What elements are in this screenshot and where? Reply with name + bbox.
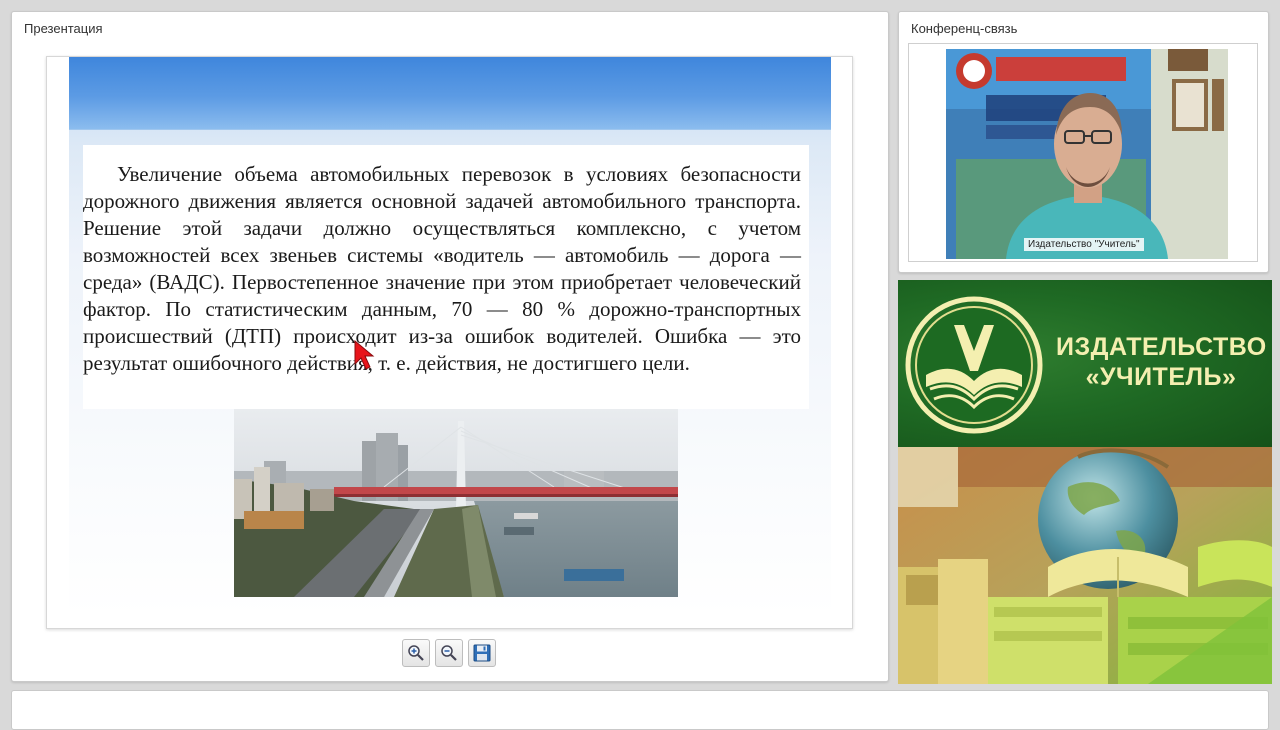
bridge-city-photo bbox=[234, 409, 678, 597]
books-globe-illustration bbox=[898, 447, 1272, 684]
video-caption: Издательство "Учитель" bbox=[1024, 238, 1144, 251]
zoom-in-button[interactable] bbox=[402, 639, 430, 667]
conference-panel: Конференц-связь Издательство "Учитель" bbox=[898, 11, 1269, 273]
publisher-name: ИЗДАТЕЛЬСТВО «УЧИТЕЛЬ» bbox=[1056, 332, 1266, 392]
publisher-brand-block: ИЗДАТЕЛЬСТВО «УЧИТЕЛЬ» bbox=[898, 280, 1272, 447]
mouse-pointer-icon bbox=[354, 340, 375, 370]
slide: Увеличение объема автомобильных перевозо… bbox=[69, 57, 831, 628]
presentation-title: Презентация bbox=[24, 21, 103, 36]
save-button[interactable] bbox=[468, 639, 496, 667]
slide-header-banner bbox=[69, 57, 831, 130]
webcam-video[interactable]: Издательство "Учитель" bbox=[946, 49, 1228, 259]
zoom-out-icon bbox=[441, 645, 457, 661]
publisher-name-line1: ИЗДАТЕЛЬСТВО bbox=[1056, 333, 1267, 361]
uchitel-book-logo bbox=[905, 296, 1043, 434]
video-frame: Издательство "Учитель" bbox=[908, 43, 1258, 262]
conference-title: Конференц-связь bbox=[911, 21, 1018, 36]
publisher-name-line2: «УЧИТЕЛЬ» bbox=[1085, 363, 1237, 391]
floppy-disk-icon bbox=[473, 644, 491, 662]
slide-viewer[interactable]: Увеличение объема автомобильных перевозо… bbox=[46, 56, 853, 629]
bottom-panel bbox=[11, 690, 1269, 730]
zoom-out-button[interactable] bbox=[435, 639, 463, 667]
presentation-panel: Презентация Увеличение объема автомобиль… bbox=[11, 11, 889, 682]
slide-paragraph: Увеличение объема автомобильных перевозо… bbox=[83, 145, 809, 409]
zoom-in-icon bbox=[408, 645, 424, 661]
publisher-banner: ИЗДАТЕЛЬСТВО «УЧИТЕЛЬ» bbox=[898, 280, 1272, 684]
